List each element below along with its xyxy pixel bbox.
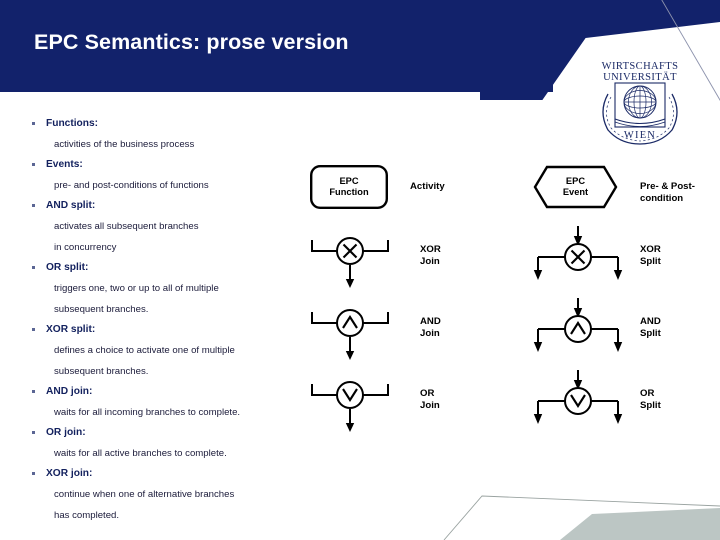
logo-line-1: WIRTSCHAFTS: [602, 61, 679, 72]
prose-term: Events:: [30, 155, 310, 175]
epc-event-shape: EPC Event: [533, 165, 618, 209]
split-symbol-xor: [532, 224, 624, 297]
prose-description-line: activities of the business process: [54, 139, 195, 150]
epc-event-caption: Pre- & Post-condition: [640, 181, 695, 204]
prose-description-line: pre- and post-conditions of functions: [54, 180, 209, 191]
join-caption-or: OR Join: [420, 388, 440, 411]
split-caption-and: AND Split: [640, 316, 661, 339]
prose-description-line: waits for all active branches to complet…: [54, 448, 227, 459]
epc-function-caption: Activity: [410, 181, 445, 192]
slide-canvas: EPC Semantics: prose version WIRTSCHAFTS…: [0, 0, 720, 540]
prose-description-line: triggers one, two or up to all of multip…: [54, 283, 219, 294]
prose-description-line: has completed.: [54, 510, 120, 521]
bottom-right-decoration: [443, 495, 720, 540]
wu-wien-logo: WIRTSCHAFTS UNIVERSITÄT WIEN: [578, 56, 702, 152]
epc-function-shape: EPC Function: [310, 165, 388, 209]
prose-description-line: in concurrency: [54, 242, 117, 253]
prose-description-line: subsequent branches.: [54, 304, 149, 315]
prose-term: XOR join:: [30, 464, 310, 484]
logo-line-2: UNIVERSITÄT: [603, 71, 677, 83]
epc-notation-diagram: EPC Function Activity EPC Event Pre- & Pos…: [300, 160, 720, 432]
join-symbol-xor: [308, 230, 392, 297]
join-symbol-and: [308, 302, 392, 369]
prose-term: AND join:: [30, 382, 310, 402]
join-caption-xor: XOR Join: [420, 244, 441, 267]
join-symbol-or: [308, 374, 392, 441]
prose-description-line: subsequent branches.: [54, 366, 149, 377]
logo-line-3: WIEN: [624, 130, 656, 141]
prose-list: Functions: activities of the business pro…: [30, 114, 310, 526]
prose-term: Functions:: [30, 114, 310, 134]
prose-term: OR split:: [30, 258, 310, 278]
split-caption-xor: XOR Split: [640, 244, 661, 267]
split-symbol-and: [532, 296, 624, 369]
join-caption-and: AND Join: [420, 316, 441, 339]
split-caption-or: OR Split: [640, 388, 661, 411]
prose-description-line: activates all subsequent branches: [54, 221, 199, 232]
prose-description-line: continue when one of alternative branche…: [54, 489, 235, 500]
prose-term: AND split:: [30, 196, 310, 216]
prose-term: XOR split:: [30, 320, 310, 340]
prose-description-line: defines a choice to activate one of mult…: [54, 345, 235, 356]
page-title: EPC Semantics: prose version: [34, 30, 349, 54]
prose-term: OR join:: [30, 423, 310, 443]
prose-description-line: waits for all incoming branches to compl…: [54, 407, 241, 418]
split-symbol-or: [532, 368, 624, 441]
